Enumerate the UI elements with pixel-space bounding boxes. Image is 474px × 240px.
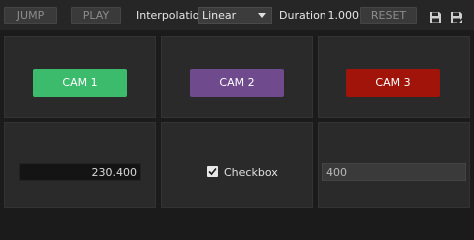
jump-button[interactable]: JUMP	[4, 7, 57, 24]
cam-2-button[interactable]: CAM 2	[190, 69, 284, 97]
toolbar: JUMP PLAY Interpolation: Linear Duration…	[0, 0, 474, 30]
interpolation-select[interactable]: Linear	[198, 7, 272, 24]
chevron-down-icon	[258, 13, 266, 18]
cam-3-button[interactable]: CAM 3	[346, 69, 440, 97]
save-icon[interactable]	[429, 9, 442, 23]
cam-1-button[interactable]: CAM 1	[33, 69, 127, 97]
save-as-icon[interactable]	[450, 9, 463, 24]
duration-input[interactable]: 1.000	[325, 7, 359, 24]
checkmark-icon	[208, 167, 217, 176]
text-input[interactable]: 400	[322, 163, 466, 181]
checkbox[interactable]	[207, 166, 218, 177]
checkbox-label: Checkbox	[224, 166, 278, 179]
play-button[interactable]: PLAY	[71, 7, 121, 24]
number-input[interactable]: 230.400	[19, 163, 141, 181]
interpolation-value: Linear	[202, 9, 237, 22]
reset-button[interactable]: RESET	[360, 7, 417, 24]
duration-label: Duration:	[279, 9, 331, 22]
